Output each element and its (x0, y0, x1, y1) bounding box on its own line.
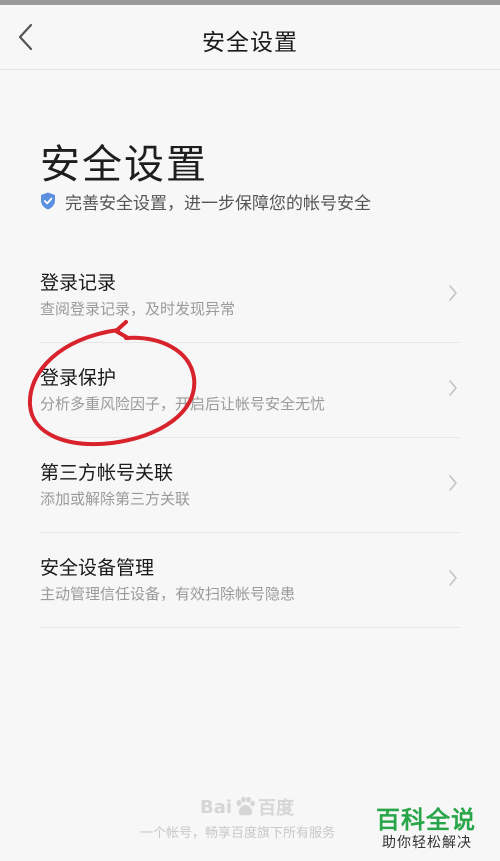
chevron-right-icon (449, 570, 457, 586)
navbar-title: 安全设置 (202, 30, 298, 56)
menu-item-login-protection[interactable]: 登录保护 分析多重风险因子，开启后让帐号安全无忧 (40, 343, 460, 438)
menu-item-desc: 主动管理信任设备，有效扫除帐号隐患 (40, 585, 296, 603)
chevron-right-icon (449, 380, 457, 396)
page-title: 安全设置 (40, 142, 208, 188)
menu-item-label: 登录保护 (40, 367, 117, 389)
watermark-subtitle: 助你轻松解决 (382, 835, 472, 851)
page-subtitle: 完善安全设置，进一步保障您的帐号安全 (40, 189, 371, 214)
security-menu: 登录记录 查阅登录记录，及时发现异常 登录保护 分析多重风险因子，开启后让帐号安… (40, 248, 460, 628)
menu-item-desc: 分析多重风险因子，开启后让帐号安全无忧 (40, 395, 326, 413)
menu-item-login-records[interactable]: 登录记录 查阅登录记录，及时发现异常 (40, 248, 460, 343)
paw-icon (236, 796, 255, 816)
chevron-right-icon (449, 285, 457, 301)
menu-item-security-devices[interactable]: 安全设备管理 主动管理信任设备，有效扫除帐号隐患 (40, 533, 460, 628)
menu-item-label: 第三方帐号关联 (40, 462, 174, 484)
menu-item-third-party-accounts[interactable]: 第三方帐号关联 添加或解除第三方关联 (40, 438, 460, 533)
menu-item-desc: 查阅登录记录，及时发现异常 (40, 300, 236, 318)
chevron-right-icon (449, 475, 457, 491)
baidu-logo-text-right: 百度 (258, 798, 295, 819)
subtitle-text: 完善安全设置，进一步保障您的帐号安全 (65, 193, 371, 214)
watermark-title: 百科全说 (376, 806, 476, 834)
menu-item-label: 登录记录 (40, 272, 117, 294)
baidu-logo: Bai 百度 (200, 794, 294, 820)
shield-icon (41, 192, 55, 210)
footer-tagline: 一个帐号，畅享百度旗下所有服务 (140, 826, 336, 841)
navigation-bar: 安全设置 (0, 5, 500, 70)
baidu-logo-text-left: Bai (200, 796, 233, 818)
menu-item-desc: 添加或解除第三方关联 (40, 490, 191, 508)
menu-item-label: 安全设备管理 (40, 557, 155, 579)
